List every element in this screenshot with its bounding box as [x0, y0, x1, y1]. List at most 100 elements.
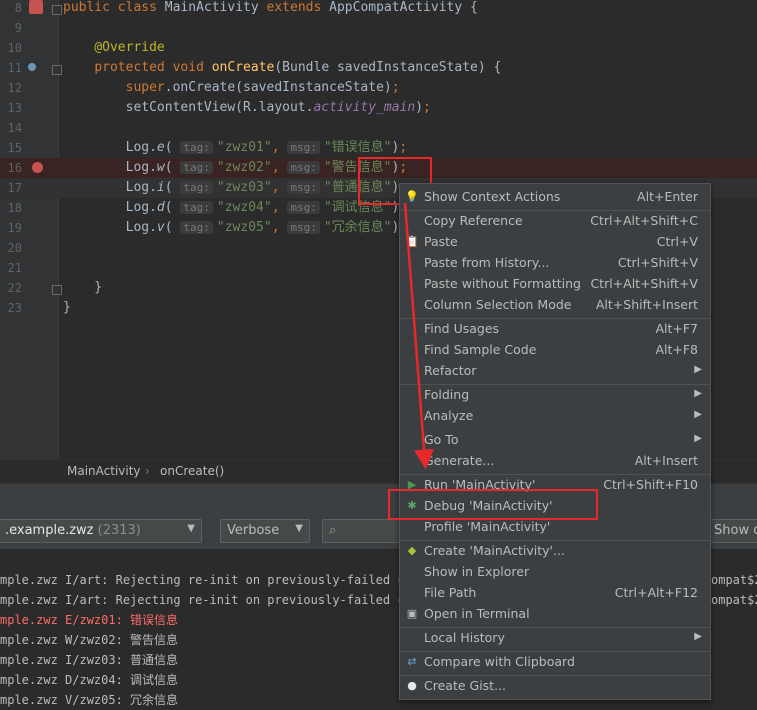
- code-token: msg:: [287, 141, 320, 154]
- code-token: Log.: [63, 180, 157, 195]
- menu-item-generate[interactable]: Generate... Alt+Insert: [400, 451, 710, 472]
- menu-item-profile-mainactivity[interactable]: Profile 'MainActivity': [400, 517, 710, 538]
- line-number: 16: [7, 161, 22, 175]
- code-line[interactable]: 14: [0, 118, 757, 138]
- code-line[interactable]: 12 super.onCreate(savedInstanceState);: [0, 78, 757, 98]
- breadcrumb-class[interactable]: MainActivity: [67, 464, 141, 478]
- menu-item-label: Paste from History...: [424, 255, 550, 270]
- code-token: (: [164, 220, 181, 235]
- log-line[interactable]: mple.zwz V/zwz05: 冗余信息: [0, 690, 178, 710]
- code-line[interactable]: 8 public class MainActivity extends AppCo…: [0, 0, 757, 18]
- code-token: "zwz04": [216, 200, 272, 215]
- code-text: public class MainActivity extends AppCom…: [63, 0, 478, 18]
- code-token: ;: [391, 80, 400, 95]
- code-token: "错误信息": [323, 140, 392, 155]
- code-line[interactable]: 11 protected void onCreate(Bundle savedI…: [0, 58, 757, 78]
- fold-marker[interactable]: [52, 5, 62, 15]
- menu-item-paste-from-history[interactable]: Paste from History... Ctrl+Shift+V: [400, 253, 710, 274]
- breakpoint-icon[interactable]: [32, 162, 43, 173]
- log-line[interactable]: mple.zwz D/zwz04: 调试信息: [0, 670, 178, 690]
- line-number: 23: [7, 301, 22, 315]
- code-token: activity_main: [313, 100, 416, 115]
- line-number: 18: [7, 201, 22, 215]
- menu-item-find-sample-code[interactable]: Find Sample Code Alt+F8: [400, 340, 710, 361]
- class-run-icon[interactable]: [29, 0, 43, 14]
- fold-marker[interactable]: [52, 285, 62, 295]
- code-token: ,: [271, 220, 288, 235]
- log-line[interactable]: mple.zwz E/zwz01: 错误信息: [0, 610, 178, 630]
- menu-item-column-selection-mode[interactable]: Column Selection Mode Alt+Shift+Insert: [400, 295, 710, 316]
- log-line[interactable]: mple.zwz I/zwz03: 普通信息: [0, 650, 178, 670]
- menu-item-refactor[interactable]: Refactor ▶: [400, 361, 710, 382]
- menu-item-copy-reference[interactable]: Copy Reference Ctrl+Alt+Shift+C: [400, 211, 710, 232]
- search-icon: ⌕: [329, 523, 337, 538]
- log-level-select[interactable]: Verbose ▼: [220, 519, 310, 543]
- code-token: (: [164, 180, 181, 195]
- menu-item-analyze[interactable]: Analyze ▶: [400, 406, 710, 427]
- menu-item-label: Find Usages: [424, 321, 500, 336]
- menu-item-create-mainactivity[interactable]: ◆ Create 'MainActivity'...: [400, 541, 710, 562]
- menu-item-local-history[interactable]: Local History ▶: [400, 628, 710, 649]
- code-text: Log.v( tag:"zwz05", msg:"冗余信息");: [63, 218, 408, 238]
- process-select[interactable]: .example.zwz (2313) ▼: [0, 519, 202, 543]
- menu-item-show-in-explorer[interactable]: Show in Explorer: [400, 562, 710, 583]
- line-number: 11: [7, 61, 22, 75]
- line-number: 8: [14, 1, 22, 15]
- code-token: @Override: [94, 40, 165, 55]
- menu-item-shortcut: Alt+Shift+Insert: [595, 297, 698, 312]
- code-token: "zwz03": [216, 180, 272, 195]
- menu-item-paste-without-formatting[interactable]: Paste without Formatting Ctrl+Alt+Shift+V: [400, 274, 710, 295]
- code-token: ,: [271, 180, 288, 195]
- code-token: ): [415, 100, 424, 115]
- log-tail: ompat$2: [711, 573, 757, 587]
- menu-item-go-to[interactable]: Go To ▶: [400, 430, 710, 451]
- code-line[interactable]: 10 @Override: [0, 38, 757, 58]
- menu-item-compare-with-clipboard[interactable]: ⇄ Compare with Clipboard: [400, 652, 710, 673]
- show-only-select[interactable]: Show on: [707, 519, 757, 543]
- log-text: mple.zwz I/art: Rejecting re-init on pre…: [0, 573, 412, 587]
- menu-item-label: Create Gist...: [424, 678, 507, 693]
- menu-item-shortcut: Ctrl+Shift+F10: [603, 477, 698, 492]
- menu-item-find-usages[interactable]: Find Usages Alt+F7: [400, 319, 710, 340]
- log-line[interactable]: mple.zwz I/art: Rejecting re-init on pre…: [0, 590, 412, 610]
- logcat-search-input[interactable]: ⌕: [322, 519, 402, 543]
- menu-item-open-in-terminal[interactable]: ▣ Open in Terminal: [400, 604, 710, 625]
- code-line[interactable]: 15 Log.e( tag: "zwz01", msg: "错误信息");: [0, 138, 757, 158]
- code-token: tag:: [180, 141, 213, 154]
- code-line[interactable]: 13 setContentView(R.layout.activity_main…: [0, 98, 757, 118]
- lightbulb-icon: 💡: [405, 190, 419, 203]
- line-number: 12: [7, 81, 22, 95]
- menu-item-folding[interactable]: Folding ▶: [400, 385, 710, 406]
- log-line[interactable]: mple.zwz W/zwz02: 警告信息: [0, 630, 178, 650]
- clipboard-icon: 📋: [405, 235, 419, 248]
- chevron-down-icon: ▼: [295, 523, 303, 534]
- fold-marker[interactable]: [52, 65, 62, 75]
- log-line[interactable]: mple.zwz I/art: Rejecting re-init on pre…: [0, 570, 412, 590]
- menu-item-shortcut: Alt+Insert: [634, 453, 698, 468]
- breadcrumb-method[interactable]: onCreate(): [160, 464, 224, 478]
- code-text: Log.w( tag: "zwz02", msg: "警告信息");: [63, 158, 408, 178]
- menu-item-paste[interactable]: 📋 Paste Ctrl+V: [400, 232, 710, 253]
- code-line[interactable]: 9: [0, 18, 757, 38]
- submenu-arrow-icon: ▶: [694, 631, 702, 642]
- menu-item-show-context-actions[interactable]: 💡 Show Context Actions Alt+Enter: [400, 187, 710, 208]
- menu-item-create-gist[interactable]: ● Create Gist...: [400, 676, 710, 697]
- menu-item-file-path[interactable]: File Path Ctrl+Alt+F12: [400, 583, 710, 604]
- menu-item-label: Column Selection Mode: [424, 297, 572, 312]
- code-token: e: [156, 140, 165, 155]
- show-only-label: Show on: [714, 523, 757, 538]
- code-text: setContentView(R.layout.activity_main);: [63, 98, 431, 118]
- menu-item-label: Generate...: [424, 453, 495, 468]
- code-token: i: [156, 180, 165, 195]
- menu-item-shortcut: Ctrl+Alt+Shift+V: [590, 276, 698, 291]
- code-token: AppCompatActivity {: [329, 0, 478, 15]
- code-token: msg:: [287, 181, 320, 194]
- menu-item-label: Analyze: [424, 408, 474, 423]
- log-text: mple.zwz I/zwz03: 普通信息: [0, 653, 179, 667]
- log-text: mple.zwz D/zwz04: 调试信息: [0, 673, 179, 687]
- override-icon[interactable]: [28, 63, 36, 71]
- code-text: protected void onCreate(Bundle savedInst…: [63, 58, 501, 78]
- menu-item-label: Show Context Actions: [424, 189, 561, 204]
